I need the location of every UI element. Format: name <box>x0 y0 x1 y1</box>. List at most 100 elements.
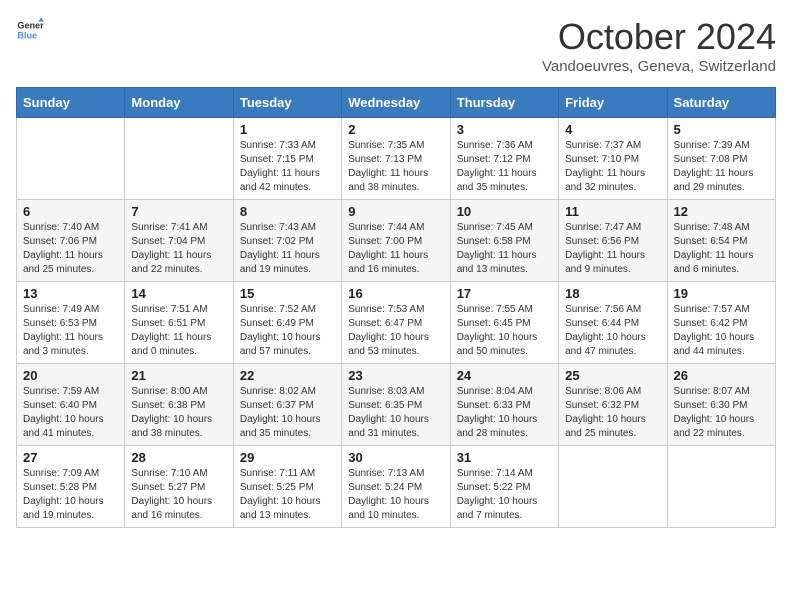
month-title: October 2024 <box>542 16 776 58</box>
day-number: 10 <box>457 204 552 219</box>
calendar-cell: 23 Sunrise: 8:03 AMSunset: 6:35 PMDaylig… <box>342 364 450 446</box>
day-info: Sunrise: 7:57 AMSunset: 6:42 PMDaylight:… <box>674 303 769 359</box>
day-info: Sunrise: 8:04 AMSunset: 6:33 PMDaylight:… <box>457 385 552 441</box>
day-info: Sunrise: 7:40 AMSunset: 7:06 PMDaylight:… <box>23 221 118 277</box>
day-number: 7 <box>131 204 226 219</box>
day-info: Sunrise: 7:51 AMSunset: 6:51 PMDaylight:… <box>131 303 226 359</box>
day-number: 18 <box>565 286 660 301</box>
calendar-cell: 17 Sunrise: 7:55 AMSunset: 6:45 PMDaylig… <box>450 282 558 364</box>
day-info: Sunrise: 8:07 AMSunset: 6:30 PMDaylight:… <box>674 385 769 441</box>
calendar-cell <box>667 446 775 528</box>
calendar-cell <box>17 118 125 200</box>
calendar-cell: 7 Sunrise: 7:41 AMSunset: 7:04 PMDayligh… <box>125 200 233 282</box>
day-info: Sunrise: 7:55 AMSunset: 6:45 PMDaylight:… <box>457 303 552 359</box>
day-number: 2 <box>348 122 443 137</box>
calendar-table: Sunday Monday Tuesday Wednesday Thursday… <box>16 87 776 528</box>
day-info: Sunrise: 7:14 AMSunset: 5:22 PMDaylight:… <box>457 467 552 523</box>
day-number: 11 <box>565 204 660 219</box>
day-info: Sunrise: 7:43 AMSunset: 7:02 PMDaylight:… <box>240 221 335 277</box>
day-info: Sunrise: 7:45 AMSunset: 6:58 PMDaylight:… <box>457 221 552 277</box>
calendar-cell: 10 Sunrise: 7:45 AMSunset: 6:58 PMDaylig… <box>450 200 558 282</box>
day-info: Sunrise: 7:56 AMSunset: 6:44 PMDaylight:… <box>565 303 660 359</box>
svg-text:Blue: Blue <box>17 30 37 40</box>
calendar-cell: 13 Sunrise: 7:49 AMSunset: 6:53 PMDaylig… <box>17 282 125 364</box>
day-number: 13 <box>23 286 118 301</box>
day-info: Sunrise: 7:36 AMSunset: 7:12 PMDaylight:… <box>457 139 552 195</box>
day-number: 4 <box>565 122 660 137</box>
calendar-header-row: Sunday Monday Tuesday Wednesday Thursday… <box>17 88 776 118</box>
day-number: 22 <box>240 368 335 383</box>
day-number: 27 <box>23 450 118 465</box>
day-number: 20 <box>23 368 118 383</box>
calendar-cell: 29 Sunrise: 7:11 AMSunset: 5:25 PMDaylig… <box>233 446 341 528</box>
calendar-cell: 18 Sunrise: 7:56 AMSunset: 6:44 PMDaylig… <box>559 282 667 364</box>
day-number: 31 <box>457 450 552 465</box>
day-info: Sunrise: 8:06 AMSunset: 6:32 PMDaylight:… <box>565 385 660 441</box>
calendar-week-row: 6 Sunrise: 7:40 AMSunset: 7:06 PMDayligh… <box>17 200 776 282</box>
day-info: Sunrise: 7:52 AMSunset: 6:49 PMDaylight:… <box>240 303 335 359</box>
calendar-cell: 22 Sunrise: 8:02 AMSunset: 6:37 PMDaylig… <box>233 364 341 446</box>
header-saturday: Saturday <box>667 88 775 118</box>
calendar-cell: 27 Sunrise: 7:09 AMSunset: 5:28 PMDaylig… <box>17 446 125 528</box>
calendar-cell: 12 Sunrise: 7:48 AMSunset: 6:54 PMDaylig… <box>667 200 775 282</box>
day-info: Sunrise: 7:37 AMSunset: 7:10 PMDaylight:… <box>565 139 660 195</box>
header-friday: Friday <box>559 88 667 118</box>
calendar-week-row: 20 Sunrise: 7:59 AMSunset: 6:40 PMDaylig… <box>17 364 776 446</box>
location-subtitle: Vandoeuvres, Geneva, Switzerland <box>542 58 776 75</box>
day-number: 25 <box>565 368 660 383</box>
calendar-cell: 21 Sunrise: 8:00 AMSunset: 6:38 PMDaylig… <box>125 364 233 446</box>
calendar-cell: 25 Sunrise: 8:06 AMSunset: 6:32 PMDaylig… <box>559 364 667 446</box>
day-number: 9 <box>348 204 443 219</box>
day-info: Sunrise: 7:11 AMSunset: 5:25 PMDaylight:… <box>240 467 335 523</box>
calendar-cell: 20 Sunrise: 7:59 AMSunset: 6:40 PMDaylig… <box>17 364 125 446</box>
calendar-cell: 30 Sunrise: 7:13 AMSunset: 5:24 PMDaylig… <box>342 446 450 528</box>
day-info: Sunrise: 7:33 AMSunset: 7:15 PMDaylight:… <box>240 139 335 195</box>
day-info: Sunrise: 7:10 AMSunset: 5:27 PMDaylight:… <box>131 467 226 523</box>
day-number: 12 <box>674 204 769 219</box>
day-info: Sunrise: 8:03 AMSunset: 6:35 PMDaylight:… <box>348 385 443 441</box>
calendar-cell: 4 Sunrise: 7:37 AMSunset: 7:10 PMDayligh… <box>559 118 667 200</box>
calendar-cell: 8 Sunrise: 7:43 AMSunset: 7:02 PMDayligh… <box>233 200 341 282</box>
calendar-cell: 5 Sunrise: 7:39 AMSunset: 7:08 PMDayligh… <box>667 118 775 200</box>
day-number: 14 <box>131 286 226 301</box>
day-info: Sunrise: 7:49 AMSunset: 6:53 PMDaylight:… <box>23 303 118 359</box>
calendar-cell: 3 Sunrise: 7:36 AMSunset: 7:12 PMDayligh… <box>450 118 558 200</box>
logo-icon: General Blue <box>16 16 44 44</box>
day-number: 24 <box>457 368 552 383</box>
day-number: 3 <box>457 122 552 137</box>
calendar-cell: 11 Sunrise: 7:47 AMSunset: 6:56 PMDaylig… <box>559 200 667 282</box>
day-info: Sunrise: 7:44 AMSunset: 7:00 PMDaylight:… <box>348 221 443 277</box>
header-monday: Monday <box>125 88 233 118</box>
header-thursday: Thursday <box>450 88 558 118</box>
day-number: 28 <box>131 450 226 465</box>
day-number: 21 <box>131 368 226 383</box>
calendar-cell: 2 Sunrise: 7:35 AMSunset: 7:13 PMDayligh… <box>342 118 450 200</box>
day-info: Sunrise: 7:59 AMSunset: 6:40 PMDaylight:… <box>23 385 118 441</box>
day-info: Sunrise: 7:13 AMSunset: 5:24 PMDaylight:… <box>348 467 443 523</box>
calendar-cell: 19 Sunrise: 7:57 AMSunset: 6:42 PMDaylig… <box>667 282 775 364</box>
logo: General Blue <box>16 16 44 44</box>
day-info: Sunrise: 7:39 AMSunset: 7:08 PMDaylight:… <box>674 139 769 195</box>
day-number: 5 <box>674 122 769 137</box>
day-info: Sunrise: 8:02 AMSunset: 6:37 PMDaylight:… <box>240 385 335 441</box>
day-info: Sunrise: 8:00 AMSunset: 6:38 PMDaylight:… <box>131 385 226 441</box>
calendar-cell: 24 Sunrise: 8:04 AMSunset: 6:33 PMDaylig… <box>450 364 558 446</box>
day-info: Sunrise: 7:47 AMSunset: 6:56 PMDaylight:… <box>565 221 660 277</box>
day-number: 1 <box>240 122 335 137</box>
calendar-cell: 1 Sunrise: 7:33 AMSunset: 7:15 PMDayligh… <box>233 118 341 200</box>
calendar-cell: 28 Sunrise: 7:10 AMSunset: 5:27 PMDaylig… <box>125 446 233 528</box>
title-section: October 2024 Vandoeuvres, Geneva, Switze… <box>542 16 776 75</box>
calendar-cell <box>125 118 233 200</box>
calendar-cell: 26 Sunrise: 8:07 AMSunset: 6:30 PMDaylig… <box>667 364 775 446</box>
day-info: Sunrise: 7:41 AMSunset: 7:04 PMDaylight:… <box>131 221 226 277</box>
calendar-week-row: 27 Sunrise: 7:09 AMSunset: 5:28 PMDaylig… <box>17 446 776 528</box>
day-number: 17 <box>457 286 552 301</box>
svg-text:General: General <box>17 21 44 31</box>
day-info: Sunrise: 7:35 AMSunset: 7:13 PMDaylight:… <box>348 139 443 195</box>
calendar-cell <box>559 446 667 528</box>
day-number: 29 <box>240 450 335 465</box>
day-number: 6 <box>23 204 118 219</box>
day-number: 16 <box>348 286 443 301</box>
day-number: 23 <box>348 368 443 383</box>
calendar-cell: 31 Sunrise: 7:14 AMSunset: 5:22 PMDaylig… <box>450 446 558 528</box>
